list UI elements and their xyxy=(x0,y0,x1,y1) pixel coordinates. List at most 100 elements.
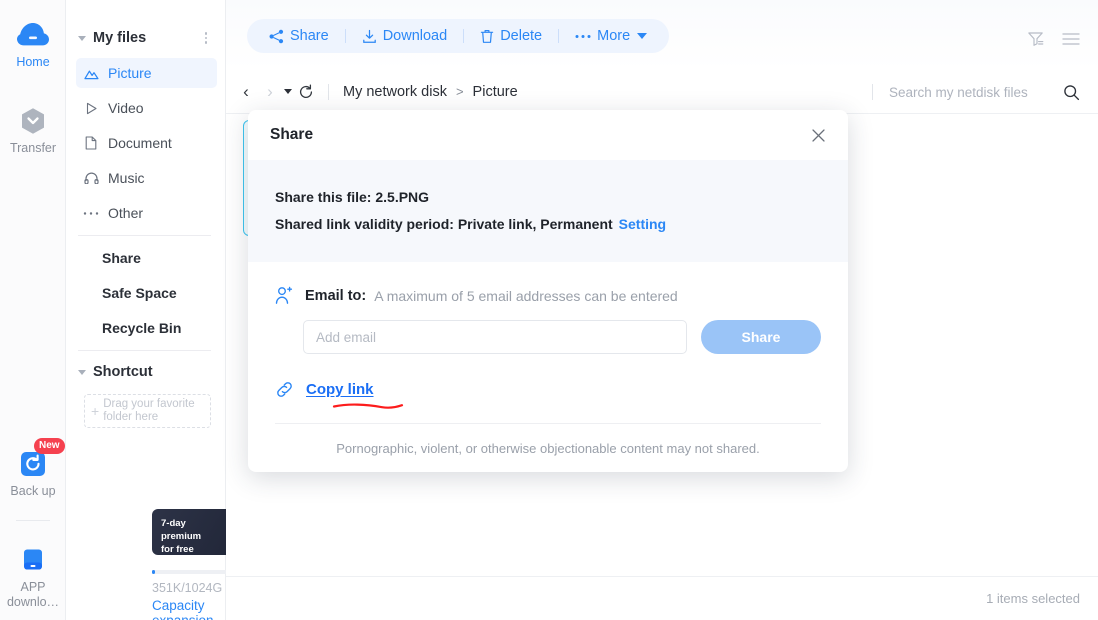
new-badge: New xyxy=(34,438,65,454)
dialog-footer-note: Pornographic, violent, or otherwise obje… xyxy=(336,440,760,456)
sidebar-item-video[interactable]: Video xyxy=(76,93,217,123)
selection-status: 1 items selected xyxy=(986,591,1080,606)
breadcrumb-bar: ‹ › My network disk > Picture xyxy=(226,70,1098,114)
add-person-icon xyxy=(275,286,293,305)
promo-text: 7-day premium for free xyxy=(161,517,227,555)
forward-button[interactable]: › xyxy=(258,82,282,102)
close-icon[interactable] xyxy=(807,124,830,147)
dialog-header: Share xyxy=(248,110,848,160)
caret-down-icon xyxy=(78,35,86,41)
shortcut-title: Shortcut xyxy=(93,364,153,380)
sidebar-item-label: Recycle Bin xyxy=(102,320,182,336)
sidebar-item-recycle-bin[interactable]: Recycle Bin xyxy=(76,313,217,343)
filter-icon[interactable] xyxy=(1027,30,1044,47)
sidebar-item-picture[interactable]: Picture xyxy=(76,58,217,88)
app-window: Home Transfer New Back up APP downlo… My… xyxy=(0,0,1098,620)
sidebar-item-label: Other xyxy=(108,205,144,221)
toolbar: Share Download Delete More xyxy=(226,0,1098,70)
promo-line-2: for free xyxy=(161,544,194,555)
dialog-title: Share xyxy=(270,126,314,143)
email-to-row: Email to: A maximum of 5 email addresses… xyxy=(275,286,821,305)
toolbar-divider xyxy=(344,29,346,43)
breadcrumb-root[interactable]: My network disk xyxy=(343,84,447,100)
sidebar-item-label: Video xyxy=(108,100,144,116)
toolbar-divider xyxy=(463,29,465,43)
share-validity-text: Shared link validity period: Private lin… xyxy=(275,216,613,232)
document-icon xyxy=(82,136,100,150)
dialog-body: Email to: A maximum of 5 email addresses… xyxy=(248,262,848,424)
sidebar-divider xyxy=(78,235,211,236)
cloud-icon xyxy=(0,18,66,52)
chevron-down-icon xyxy=(637,33,648,39)
status-bar: 1 items selected xyxy=(226,576,1098,620)
download-button-label: Download xyxy=(382,28,448,44)
rail-item-transfer[interactable]: Transfer xyxy=(0,104,66,155)
rail-item-app-download[interactable]: APP downlo… xyxy=(0,543,66,610)
share-icon xyxy=(269,29,284,44)
video-icon xyxy=(82,102,100,115)
promo-line-1: 7-day premium xyxy=(161,518,202,542)
share-dialog: Share Share this file: 2.5.PNG Shared li… xyxy=(248,110,848,472)
share-file-name-line: Share this file: 2.5.PNG xyxy=(275,189,430,205)
sidebar-item-safe-space[interactable]: Safe Space xyxy=(76,278,217,308)
ellipsis-icon xyxy=(575,34,591,39)
rail-item-home[interactable]: Home xyxy=(0,18,66,69)
left-rail: Home Transfer New Back up APP downlo… xyxy=(0,0,66,620)
dialog-info-panel: Share this file: 2.5.PNG Shared link val… xyxy=(248,160,848,262)
search-icon[interactable] xyxy=(1063,84,1080,101)
search-divider xyxy=(872,84,873,100)
copy-link-button[interactable]: Copy link xyxy=(306,381,374,398)
share-button[interactable]: Share xyxy=(263,28,335,44)
sidebar-item-music[interactable]: Music xyxy=(76,163,217,193)
download-button[interactable]: Download xyxy=(356,28,454,44)
more-button[interactable]: More xyxy=(569,28,653,44)
sidebar-group-shortcut[interactable]: Shortcut xyxy=(66,358,225,386)
sidebar-item-label: Picture xyxy=(108,65,152,81)
rail-item-backup[interactable]: New Back up xyxy=(0,438,66,498)
sidebar-item-label: Share xyxy=(102,250,141,266)
rail-divider xyxy=(16,520,50,521)
search-input[interactable] xyxy=(887,83,1055,101)
breadcrumb-divider xyxy=(328,83,329,100)
email-to-label: Email to: xyxy=(305,287,367,304)
trash-icon xyxy=(480,29,494,44)
email-field[interactable] xyxy=(303,320,687,354)
sidebar-item-label: Safe Space xyxy=(102,285,177,301)
copy-link-row: Copy link xyxy=(275,380,821,409)
drop-zone-label: Drag your favorite folder here xyxy=(103,398,195,423)
link-icon xyxy=(275,380,294,399)
search-area xyxy=(872,70,1080,114)
delete-button[interactable]: Delete xyxy=(474,28,548,44)
back-button[interactable]: ‹ xyxy=(234,82,258,102)
sidebar-item-share[interactable]: Share xyxy=(76,243,217,273)
transfer-icon xyxy=(0,104,66,138)
shortcut-drop-zone[interactable]: + Drag your favorite folder here xyxy=(84,394,211,428)
sidebar-item-document[interactable]: Document xyxy=(76,128,217,158)
refresh-button[interactable] xyxy=(298,84,314,100)
dialog-share-button[interactable]: Share xyxy=(701,320,821,354)
sidebar-item-label: Music xyxy=(108,170,145,186)
breadcrumb-current[interactable]: Picture xyxy=(473,84,518,100)
share-button-label: Share xyxy=(290,28,329,44)
sidebar-divider-2 xyxy=(78,350,211,351)
device-icon xyxy=(0,543,66,577)
share-validity-line: Shared link validity period: Private lin… xyxy=(275,211,848,238)
music-icon xyxy=(82,172,100,184)
delete-button-label: Delete xyxy=(500,28,543,44)
capacity-text: 351K/1024G xyxy=(152,581,223,595)
toolbar-actions: Share Download Delete More xyxy=(247,19,670,53)
rail-item-label: Back up xyxy=(10,484,56,498)
capacity-expansion-link[interactable]: Capacity expansion xyxy=(152,598,225,620)
list-view-icon[interactable] xyxy=(1062,32,1080,46)
caret-down-icon xyxy=(78,369,86,375)
plus-icon: + xyxy=(91,402,100,419)
more-button-label: More xyxy=(597,28,631,44)
backup-icon: New xyxy=(0,438,66,481)
sidebar-group-my-files[interactable]: My files xyxy=(66,23,225,53)
setting-link[interactable]: Setting xyxy=(619,216,666,232)
picture-icon xyxy=(82,67,100,80)
history-dropdown-icon[interactable] xyxy=(284,89,292,94)
sidebar-item-other[interactable]: Other xyxy=(76,198,217,228)
more-options-icon[interactable] xyxy=(201,29,212,47)
ellipsis-icon xyxy=(82,211,100,216)
